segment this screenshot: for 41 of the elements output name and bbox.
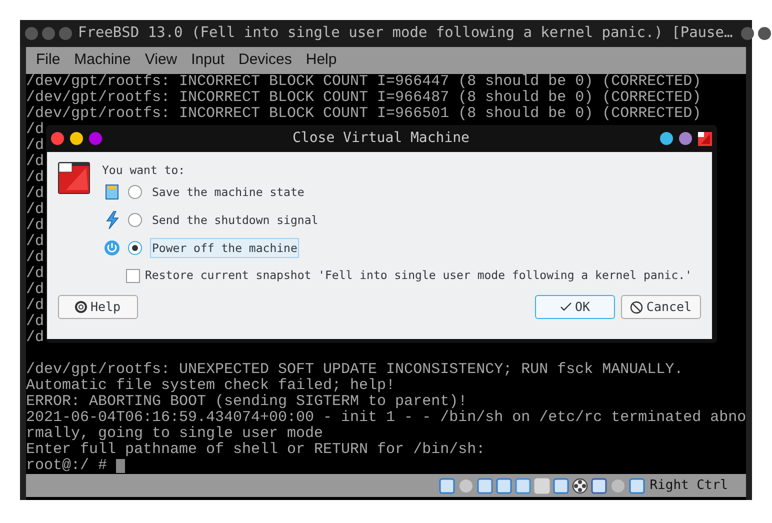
menu-item[interactable]: Machine <box>74 49 131 72</box>
ok-button[interactable]: OK <box>535 295 615 319</box>
console-line: /d <box>26 266 44 282</box>
console-line: Enter full pathname of shell or RETURN for /bin/sh: <box>26 442 486 458</box>
console-line: /d <box>26 314 44 330</box>
console-line: ERROR: ABORTING BOOT (sending SIGTERM to parent)! <box>26 394 468 410</box>
console-line: /d <box>26 298 44 314</box>
console-line: /d <box>26 154 44 170</box>
console-line: rmally, going to single user mode <box>26 426 324 442</box>
console-line: /d <box>26 250 44 266</box>
dialog-prompt: You want to: <box>102 162 186 178</box>
console-line: /d <box>26 122 44 138</box>
console-line: /d <box>26 186 44 202</box>
console-line: /dev/gpt/rootfs: INCORRECT BLOCK COUNT I=966501 (8 should be 0) (CORRECTED) <box>26 106 702 122</box>
console-line: Automatic file system check failed; help! <box>26 378 396 394</box>
help-button[interactable]: Help <box>58 295 138 319</box>
checkbox-label[interactable]: Restore current snapshot 'Fell into single user mode following a kernel panic.' <box>145 267 692 285</box>
menu-item[interactable]: Devices <box>238 49 292 72</box>
radio-label[interactable]: Send the shutdown signal <box>150 210 320 230</box>
console-line: /d <box>26 138 44 154</box>
console-line: /d <box>26 218 44 234</box>
console-line: 2021-06-04T06:16:59.434074+00:00 - init 1 - - /bin/sh on /etc/rc terminated abno <box>26 410 746 426</box>
console-line: /dev/gpt/rootfs: INCORRECT BLOCK COUNT I=966447 (8 should be 0) (CORRECTED) <box>26 74 702 90</box>
menu-item[interactable]: View <box>144 49 178 72</box>
dialog-title: Close Virtual Machine <box>292 129 470 148</box>
menu-item[interactable]: Help <box>306 49 337 72</box>
host-key-label: Right Ctrl <box>650 476 728 495</box>
radio-label[interactable]: Power off the machine <box>150 238 300 258</box>
console-line: /dev/gpt/rootfs: UNEXPECTED SOFT UPDATE INCONSISTENCY; RUN fsck MANUALLY. <box>26 362 684 378</box>
console-line: /d <box>26 170 44 186</box>
radio-label[interactable]: Save the machine state <box>150 182 306 202</box>
console-line: /d <box>26 234 44 250</box>
shell-prompt: root@:/ # <box>26 458 108 474</box>
window-title: FreeBSD 13.0 (Fell into single user mode following a kernel panic.) [Pause… <box>78 24 733 43</box>
console-line: /d <box>26 202 44 218</box>
console-line: /d <box>26 330 44 346</box>
menu-item[interactable]: File <box>36 49 60 72</box>
cancel-button[interactable]: Cancel <box>621 295 701 319</box>
menu-item[interactable]: Input <box>191 49 224 72</box>
console-line: /d <box>26 282 44 298</box>
console-line: /dev/gpt/rootfs: INCORRECT BLOCK COUNT I=966487 (8 should be 0) (CORRECTED) <box>26 90 702 106</box>
